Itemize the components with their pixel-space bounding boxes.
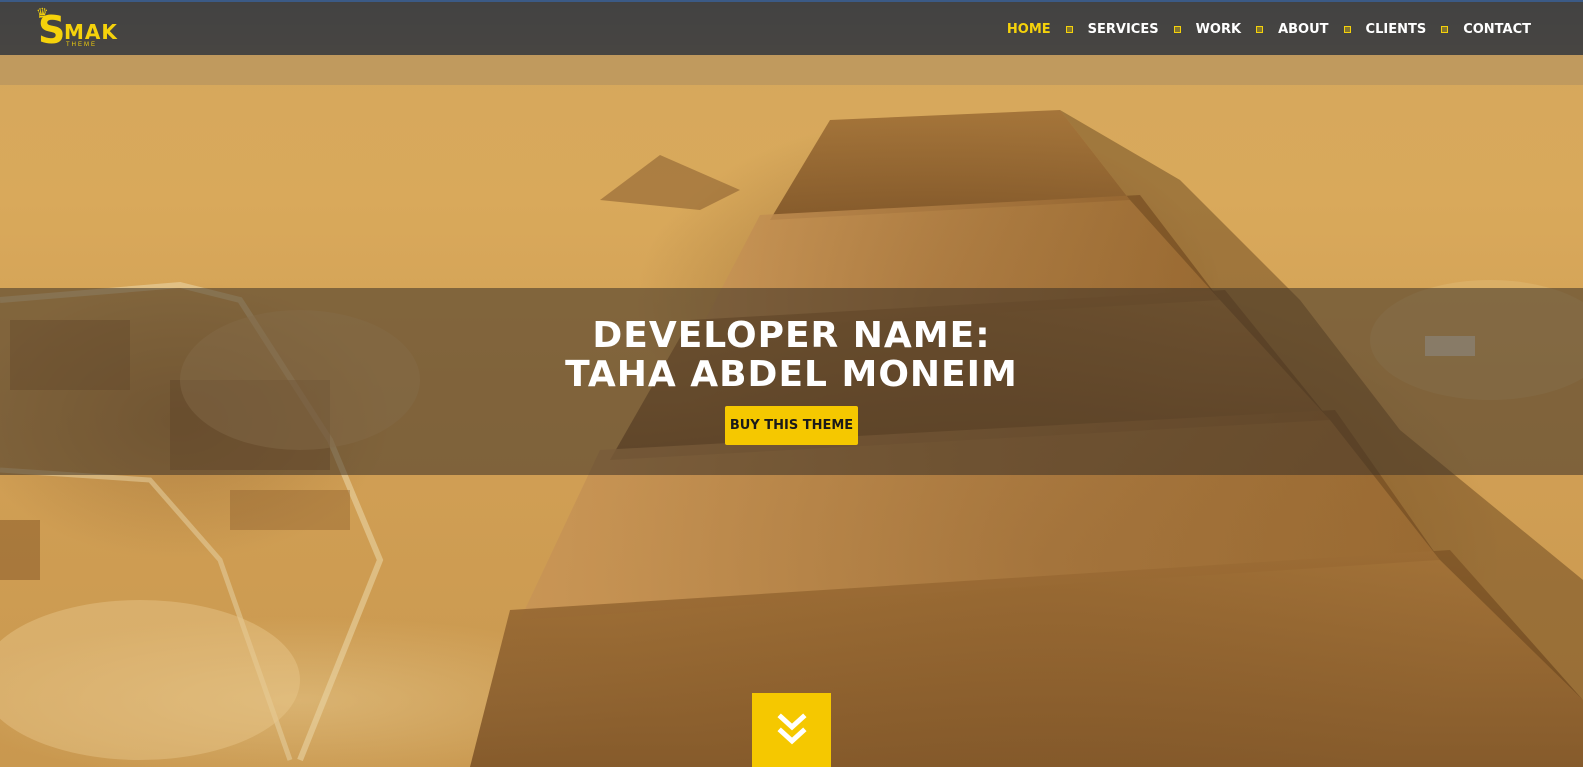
- page: ♛ S MAK THEME HOME SERVICES WORK ABOUT C…: [0, 0, 1583, 767]
- nav-separator: [1441, 26, 1449, 33]
- hero-title-line1: DEVELOPER NAME:: [592, 315, 991, 356]
- buy-theme-button[interactable]: BUY THIS THEME: [725, 406, 858, 445]
- hero-title-line2: TAHA ABDEL MONEIM: [565, 354, 1018, 395]
- nav-separator: [1065, 26, 1073, 33]
- logo-letter: S: [38, 8, 66, 52]
- top-navbar: ♛ S MAK THEME HOME SERVICES WORK ABOUT C…: [0, 0, 1583, 55]
- logo[interactable]: ♛ S MAK THEME: [36, 5, 126, 52]
- nav-separator: [1173, 26, 1181, 33]
- main-nav: HOME SERVICES WORK ABOUT CLIENTS CONTACT: [1007, 2, 1531, 57]
- nav-item-contact[interactable]: CONTACT: [1463, 22, 1531, 37]
- double-chevron-down-icon: [776, 713, 807, 745]
- logo-text: MAK: [64, 20, 118, 44]
- nav-item-clients[interactable]: CLIENTS: [1366, 22, 1427, 37]
- nav-separator: [1343, 26, 1351, 33]
- nav-item-home[interactable]: HOME: [1007, 22, 1051, 37]
- nav-item-services[interactable]: SERVICES: [1088, 22, 1159, 37]
- logo-subtext: THEME: [66, 42, 97, 48]
- nav-item-work[interactable]: WORK: [1196, 22, 1241, 37]
- nav-separator: [1256, 26, 1264, 33]
- nav-item-about[interactable]: ABOUT: [1278, 22, 1328, 37]
- scroll-down-button[interactable]: [752, 693, 831, 767]
